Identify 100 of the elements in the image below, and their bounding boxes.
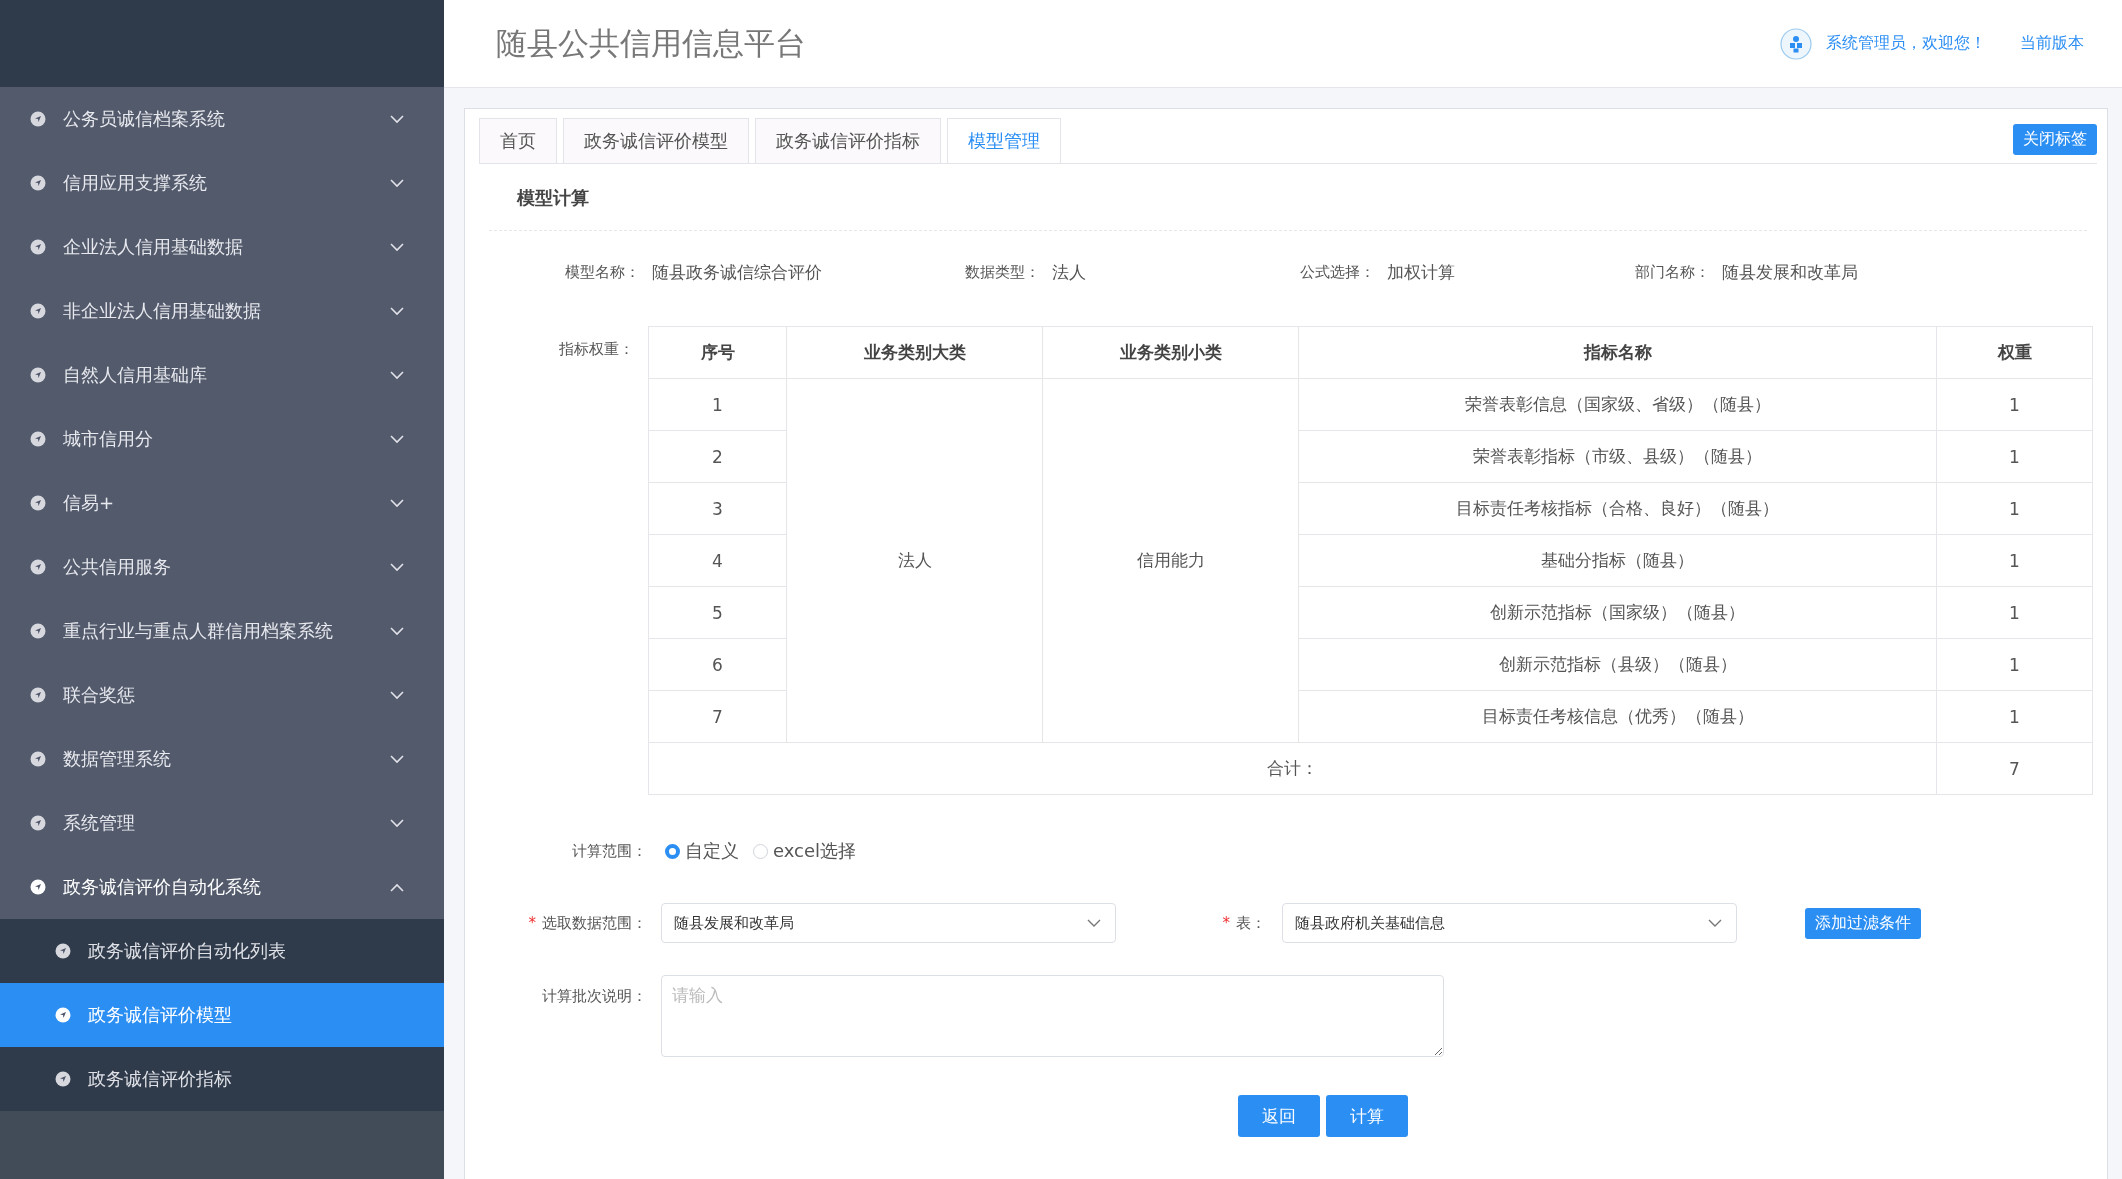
sidebar-subitem[interactable]: 政务诚信评价指标 (0, 1047, 444, 1111)
welcome-text: 系统管理员，欢迎您！ (1826, 33, 1986, 54)
table-cell: 4 (648, 534, 787, 587)
field-label: 指标权重： (558, 339, 634, 360)
chevron-down-icon (390, 754, 404, 764)
field-value: 加权计算 (1387, 261, 1455, 284)
table-cell: 7 (1936, 742, 2093, 795)
chevron-down-icon (390, 370, 404, 380)
dropdown[interactable]: 随县发展和改革局 (661, 903, 1116, 943)
compass-icon (30, 239, 46, 255)
table-cell: 信用能力 (1042, 378, 1299, 743)
field-label: 公式选择： (1300, 263, 1375, 282)
compass-icon (30, 495, 46, 511)
compass-icon (55, 1071, 71, 1087)
required-mark: * (528, 914, 536, 932)
table-cell: 法人 (786, 378, 1043, 743)
compass-icon (30, 623, 46, 639)
column-header: 业务类别大类 (786, 326, 1043, 379)
field-label: 模型名称： (565, 263, 640, 282)
compass-icon (30, 687, 46, 703)
table-cell: 合计： (648, 742, 1937, 795)
app-title: 随县公共信用信息平台 (496, 23, 806, 63)
field-value: 随县发展和改革局 (1722, 261, 1858, 284)
table-cell: 目标责任考核信息（优秀）（随县） (1298, 690, 1937, 743)
compass-icon (30, 751, 46, 767)
field-label: 表： (1236, 913, 1266, 933)
required-mark: * (1222, 914, 1230, 932)
table-cell: 1 (1936, 430, 2093, 483)
compass-icon (30, 367, 46, 383)
section-title: 模型计算 (489, 164, 2087, 231)
dropdown[interactable]: 随县政府机关基础信息 (1282, 903, 1737, 943)
chevron-down-icon (390, 242, 404, 252)
chevron-down-icon (390, 690, 404, 700)
table-cell: 创新示范指标（国家级）（随县） (1298, 586, 1937, 639)
tab[interactable]: 政务诚信评价模型 (563, 118, 749, 163)
chevron-down-icon (390, 306, 404, 316)
chevron-up-icon (390, 882, 404, 892)
action-button[interactable]: 计算 (1326, 1095, 1408, 1137)
action-button[interactable]: 返回 (1238, 1095, 1320, 1137)
close-tabs-button[interactable]: 关闭标签 (2013, 123, 2097, 155)
table-cell: 1 (1936, 534, 2093, 587)
text-area[interactable]: 请输入 (661, 975, 1444, 1057)
field-label: 计算批次说明： (541, 986, 647, 1006)
chevron-down-icon (1087, 918, 1101, 928)
tab[interactable]: 首页 (479, 118, 557, 163)
sidebar-item[interactable]: 联合奖惩 (0, 663, 444, 727)
compass-icon (55, 1007, 71, 1023)
version-link[interactable]: 当前版本 (2020, 33, 2084, 54)
radio-option[interactable]: 自定义 (665, 839, 739, 863)
table-cell: 1 (1936, 378, 2093, 431)
field-label: 选取数据范围： (542, 913, 647, 933)
table-cell: 1 (1936, 482, 2093, 535)
column-header: 序号 (648, 326, 787, 379)
table-cell: 1 (1936, 690, 2093, 743)
table-cell: 荣誉表彰指标（市级、县级）（随县） (1298, 430, 1937, 483)
table-cell: 3 (648, 482, 787, 535)
field-label: 计算范围： (571, 841, 647, 861)
chevron-down-icon (390, 434, 404, 444)
sidebar-item[interactable]: 非企业法人信用基础数据 (0, 279, 444, 343)
sidebar-item[interactable]: 系统管理 (0, 791, 444, 855)
sidebar-item[interactable]: 信易+ (0, 471, 444, 535)
sidebar-subitem[interactable]: 政务诚信评价模型 (0, 983, 444, 1047)
tab[interactable]: 模型管理 (947, 118, 1061, 163)
sidebar-item[interactable]: 政务诚信评价自动化系统 (0, 855, 444, 919)
chevron-down-icon (390, 626, 404, 636)
column-header: 权重 (1936, 326, 2093, 379)
table-cell: 5 (648, 586, 787, 639)
compass-icon (30, 815, 46, 831)
sidebar-item[interactable]: 信用应用支撑系统 (0, 151, 444, 215)
sidebar-item[interactable]: 自然人信用基础库 (0, 343, 444, 407)
compass-icon (30, 175, 46, 191)
table-cell: 6 (648, 638, 787, 691)
sidebar-item[interactable]: 数据管理系统 (0, 727, 444, 791)
compass-icon (30, 559, 46, 575)
add-filter-button[interactable]: 添加过滤条件 (1805, 907, 1921, 939)
field-value: 法人 (1052, 261, 1086, 284)
sidebar-item[interactable]: 城市信用分 (0, 407, 444, 471)
sidebar-item[interactable]: 企业法人信用基础数据 (0, 215, 444, 279)
compass-icon (30, 879, 46, 895)
column-header: 业务类别小类 (1042, 326, 1299, 379)
table-cell: 2 (648, 430, 787, 483)
sidebar-item[interactable]: 公共信用服务 (0, 535, 444, 599)
chevron-down-icon (390, 114, 404, 124)
table-cell: 荣誉表彰信息（国家级、省级）（随县） (1298, 378, 1937, 431)
compass-icon (30, 431, 46, 447)
field-label: 数据类型： (965, 263, 1040, 282)
radio-option[interactable]: excel选择 (753, 839, 857, 863)
sidebar-item[interactable]: 公务员诚信档案系统 (0, 87, 444, 151)
chevron-down-icon (390, 178, 404, 188)
sidebar-item[interactable]: 重点行业与重点人群信用档案系统 (0, 599, 444, 663)
sidebar-subitem[interactable]: 政务诚信评价自动化列表 (0, 919, 444, 983)
tab[interactable]: 政务诚信评价指标 (755, 118, 941, 163)
compass-icon (55, 943, 71, 959)
chevron-down-icon (390, 818, 404, 828)
chevron-down-icon (390, 498, 404, 508)
field-label: 部门名称： (1635, 263, 1710, 282)
table-cell: 7 (648, 690, 787, 743)
table-cell: 创新示范指标（县级）（随县） (1298, 638, 1937, 691)
compass-icon (30, 303, 46, 319)
user-avatar-icon (1780, 27, 1812, 60)
